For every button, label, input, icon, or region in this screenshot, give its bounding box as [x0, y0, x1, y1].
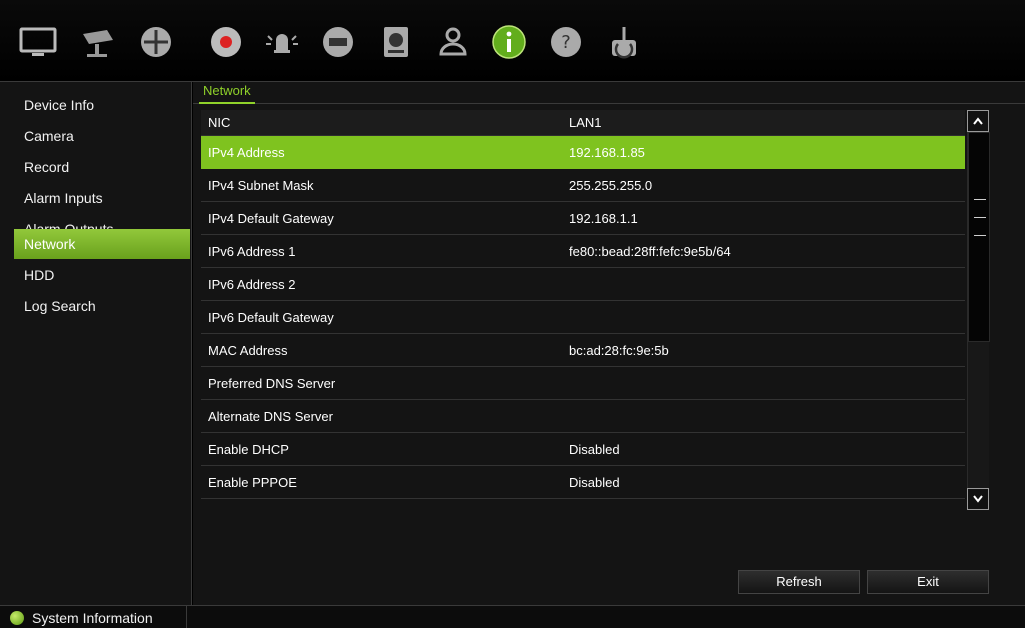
- table-row[interactable]: IPv6 Address 2: [201, 268, 965, 301]
- table-row[interactable]: IPv4 Default Gateway 192.168.1.1: [201, 202, 965, 235]
- main-toolbar: ?: [0, 0, 1025, 82]
- row-label: IPv6 Address 2: [208, 277, 296, 292]
- row-label: IPv4 Address: [208, 145, 285, 160]
- column-header-lan1: LAN1: [569, 115, 602, 130]
- status-bar: System Information: [0, 605, 1025, 628]
- sidebar-item-network[interactable]: Network: [14, 229, 190, 259]
- table-row[interactable]: IPv4 Address 192.168.1.85: [201, 136, 965, 169]
- row-value: 192.168.1.1: [569, 211, 638, 226]
- system-information-status[interactable]: System Information: [10, 608, 153, 627]
- tab-network[interactable]: Network: [199, 82, 255, 104]
- user-icon[interactable]: [433, 22, 473, 62]
- information-icon[interactable]: [489, 22, 529, 62]
- row-label: IPv6 Default Gateway: [208, 310, 334, 325]
- row-label: IPv4 Subnet Mask: [208, 178, 314, 193]
- table-row[interactable]: Alternate DNS Server: [201, 400, 965, 433]
- ptz-dome-icon[interactable]: [136, 22, 176, 62]
- row-value: bc:ad:28:fc:9e:5b: [569, 343, 669, 358]
- table-row[interactable]: Enable DHCP Disabled: [201, 433, 965, 466]
- main-content: Network NIC LAN1 IPv4 Address 192.168.1.…: [193, 82, 1025, 605]
- scroll-down-button[interactable]: [967, 488, 989, 510]
- table-header: NIC LAN1: [201, 110, 965, 136]
- alarm-icon[interactable]: [262, 22, 302, 62]
- chevron-up-icon: [973, 117, 983, 125]
- scrollbar-grip-line: [974, 235, 986, 236]
- table-row[interactable]: IPv6 Address 1 fe80::bead:28ff:fefc:9e5b…: [201, 235, 965, 268]
- scrollbar-grip-line: [974, 217, 986, 218]
- chevron-down-icon: [973, 495, 983, 503]
- scroll-up-button[interactable]: [967, 110, 989, 132]
- camera-icon[interactable]: [79, 22, 119, 62]
- row-label: Preferred DNS Server: [208, 376, 336, 391]
- table-row[interactable]: IPv6 Default Gateway: [201, 301, 965, 334]
- table-row[interactable]: Preferred DNS Server: [201, 367, 965, 400]
- row-label: Alternate DNS Server: [208, 409, 333, 424]
- row-value: Disabled: [569, 475, 620, 490]
- sidebar-item-record[interactable]: Record: [14, 152, 190, 182]
- row-value: fe80::bead:28ff:fefc:9e5b/64: [569, 244, 731, 259]
- status-indicator-icon: [10, 610, 24, 625]
- hdd-icon[interactable]: [376, 22, 416, 62]
- scrollbar-track[interactable]: [967, 132, 990, 488]
- live-view-monitor-icon[interactable]: [18, 22, 58, 62]
- table-row[interactable]: IPv4 Subnet Mask 255.255.255.0: [201, 169, 965, 202]
- row-label: MAC Address: [208, 343, 288, 358]
- sidebar-item-alarm-inputs[interactable]: Alarm Inputs: [14, 183, 190, 213]
- status-label: System Information: [32, 609, 153, 626]
- tab-strip: Network: [193, 82, 1025, 104]
- exit-button[interactable]: Exit: [867, 570, 989, 594]
- table-row[interactable]: Enable PPPOE Disabled: [201, 466, 965, 499]
- network-icon[interactable]: [318, 22, 358, 62]
- row-label: IPv4 Default Gateway: [208, 211, 334, 226]
- sidebar-item-hdd[interactable]: HDD: [14, 260, 190, 290]
- help-icon[interactable]: ?: [546, 22, 586, 62]
- table-scrollbar[interactable]: [967, 110, 990, 510]
- row-value: 192.168.1.85: [569, 145, 645, 160]
- sidebar-item-device-info[interactable]: Device Info: [14, 90, 190, 120]
- row-label: Enable PPPOE: [208, 475, 297, 490]
- row-label: IPv6 Address 1: [208, 244, 296, 259]
- power-icon[interactable]: [604, 22, 644, 62]
- sidebar-item-log-search[interactable]: Log Search: [14, 291, 190, 321]
- scrollbar-thumb[interactable]: [968, 132, 990, 342]
- svg-text:?: ?: [561, 32, 571, 53]
- row-value: Disabled: [569, 442, 620, 457]
- status-divider: [186, 606, 187, 628]
- record-icon[interactable]: [206, 22, 246, 62]
- refresh-button[interactable]: Refresh: [738, 570, 860, 594]
- row-label: Enable DHCP: [208, 442, 289, 457]
- sidebar: Device Info Camera Record Alarm Inputs A…: [0, 82, 192, 605]
- scrollbar-grip-line: [974, 199, 986, 200]
- sidebar-item-camera[interactable]: Camera: [14, 121, 190, 151]
- row-value: 255.255.255.0: [569, 178, 653, 193]
- table-row[interactable]: MAC Address bc:ad:28:fc:9e:5b: [201, 334, 965, 367]
- column-header-nic: NIC: [208, 115, 231, 130]
